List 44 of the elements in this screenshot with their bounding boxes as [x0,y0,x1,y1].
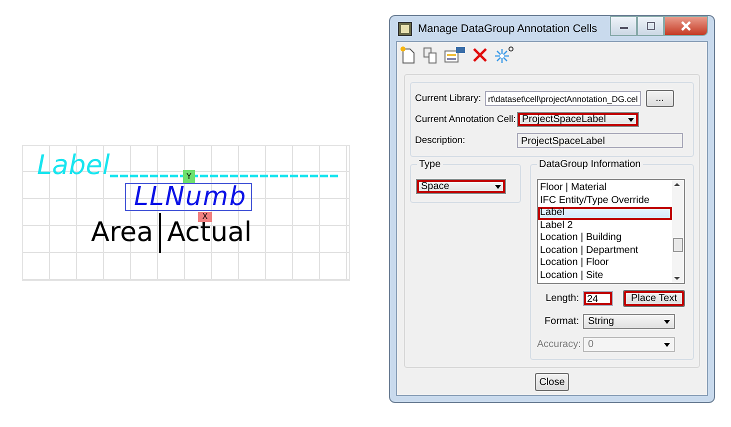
list-item[interactable]: Location | Floor [538,257,672,270]
close-dialog-button[interactable]: Close [535,373,569,391]
annotation-cell-dropdown[interactable]: ProjectSpaceLabel [517,112,639,127]
library-label: Current Library: [415,93,481,104]
browse-button[interactable]: ... [646,90,674,107]
list-item[interactable]: Label 2 [538,220,672,232]
scrollbar[interactable] [672,180,684,283]
format-dropdown[interactable]: String [583,314,675,329]
list-item[interactable]: Location | Department [538,244,672,257]
maximize-icon [646,22,656,30]
area-text: Area [91,217,154,249]
delete-icon[interactable] [472,46,488,64]
separator-line [158,213,162,253]
new-file-icon[interactable] [400,46,416,64]
x-axis-handle[interactable]: X [198,212,212,222]
datagroup-group-title: DataGroup Information [537,159,643,171]
maximize-button[interactable] [637,16,664,36]
window-title: Manage DataGroup Annotation Cells [418,22,598,34]
sparkle-icon[interactable] [494,46,514,64]
place-text-button[interactable]: Place Text [623,290,685,307]
list-item[interactable]: IFC Entity/Type Override [538,194,672,207]
list-item[interactable]: Location | Site [538,270,672,282]
format-label: Format: [544,316,579,327]
length-field[interactable]: 24 [583,291,613,306]
description-field[interactable]: ProjectSpaceLabel [517,133,683,148]
label-text: Label [37,151,110,181]
type-group-title: Type [417,159,443,171]
type-dropdown[interactable]: Space [416,179,506,194]
annotation-cell-label: Current Annotation Cell: [415,114,517,125]
selected-text: LLNumb [134,184,247,210]
description-label: Description: [415,135,466,146]
copy-icon[interactable] [422,46,438,64]
list-item[interactable]: Label [538,207,672,220]
accuracy-label: Accuracy: [537,339,579,350]
y-axis-handle[interactable]: Y [183,170,195,183]
close-icon [680,21,692,31]
library-field[interactable]: rt\dataset\cell\projectAnnotation_DG.cel [485,91,641,106]
close-button[interactable] [664,16,708,36]
edit-properties-icon[interactable] [444,46,466,64]
app-icon [398,22,412,36]
list-item[interactable]: Floor | Material [538,182,672,194]
minimize-button[interactable] [610,16,637,36]
length-label: Length: [544,293,579,304]
list-item[interactable]: Location | Building [538,232,672,244]
